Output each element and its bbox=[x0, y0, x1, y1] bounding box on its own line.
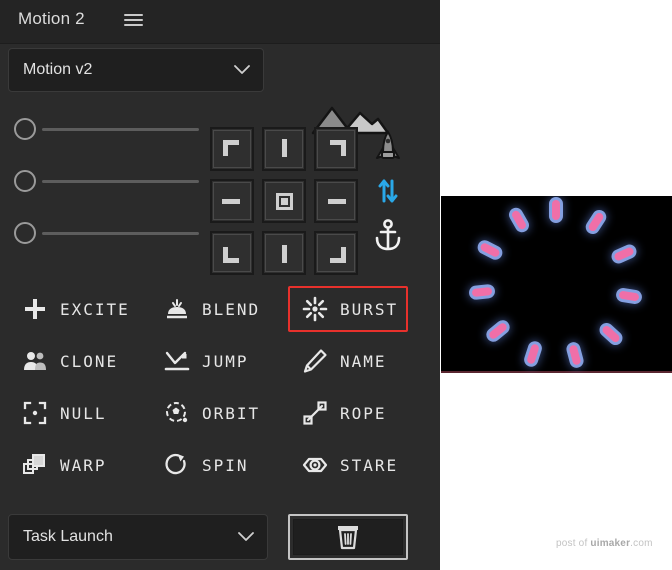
anchor-bottom-left[interactable] bbox=[210, 231, 254, 275]
action-button-warp[interactable]: WARP bbox=[8, 442, 144, 488]
slider-row-1[interactable] bbox=[14, 118, 199, 142]
action-label: EXCITE bbox=[60, 299, 130, 319]
preset-select-value: Motion v2 bbox=[23, 61, 93, 78]
action-label: JUMP bbox=[202, 351, 249, 371]
burst-particle bbox=[568, 344, 582, 367]
trash-icon bbox=[338, 526, 358, 550]
anchor-middle-right[interactable] bbox=[314, 179, 358, 223]
anchor-top-center[interactable] bbox=[262, 127, 306, 171]
hamburger-menu-icon[interactable] bbox=[124, 12, 143, 28]
rocket-icon[interactable] bbox=[370, 128, 406, 166]
burst-particle bbox=[479, 242, 501, 259]
anchor-center[interactable] bbox=[262, 179, 306, 223]
burst-icon bbox=[300, 294, 330, 324]
clone-icon bbox=[20, 346, 50, 376]
menu-bar-2 bbox=[124, 19, 143, 21]
slider-handle-2[interactable] bbox=[14, 170, 36, 192]
null-icon bbox=[20, 398, 50, 428]
action-button-name[interactable]: NAME bbox=[288, 338, 424, 384]
arrows-vertical-icon[interactable] bbox=[370, 172, 406, 210]
action-button-rope[interactable]: ROPE bbox=[288, 390, 424, 436]
action-label: ROPE bbox=[340, 403, 387, 423]
menu-bar-3 bbox=[124, 24, 143, 26]
warp-icon bbox=[20, 450, 50, 480]
burst-particle bbox=[472, 286, 493, 297]
action-label: BLEND bbox=[202, 299, 261, 319]
anchor-top-left[interactable] bbox=[210, 127, 254, 171]
jump-icon bbox=[162, 346, 192, 376]
action-button-orbit[interactable]: ORBIT bbox=[150, 390, 286, 436]
burst-particle bbox=[510, 209, 528, 231]
burst-particle bbox=[488, 321, 509, 340]
app-root: Motion 2 Motion v2 EXCITE BLEND BURST CL… bbox=[0, 0, 672, 570]
action-label: SPIN bbox=[202, 455, 249, 475]
rope-icon bbox=[300, 398, 330, 428]
action-label: WARP bbox=[60, 455, 107, 475]
slider-handle-1[interactable] bbox=[14, 118, 36, 140]
slider-group bbox=[0, 118, 200, 278]
side-tool-group bbox=[370, 128, 410, 260]
panel-titlebar: Motion 2 bbox=[0, 0, 440, 44]
anchor-icon[interactable] bbox=[370, 216, 406, 254]
panel-title: Motion 2 bbox=[18, 9, 85, 28]
chevron-down-icon bbox=[229, 49, 255, 91]
blend-icon bbox=[162, 294, 192, 324]
slider-row-2[interactable] bbox=[14, 170, 199, 194]
slider-track-3[interactable] bbox=[42, 232, 199, 235]
watermark: post of uimaker.com bbox=[556, 538, 653, 549]
menu-bar-1 bbox=[124, 14, 143, 16]
plus-icon bbox=[20, 294, 50, 324]
motion-panel: Motion 2 Motion v2 EXCITE BLEND BURST CL… bbox=[0, 0, 440, 570]
anchor-bottom-right[interactable] bbox=[314, 231, 358, 275]
chevron-down-icon bbox=[233, 515, 259, 559]
task-select[interactable]: Task Launch bbox=[8, 514, 268, 560]
anchor-top-right[interactable] bbox=[314, 127, 358, 171]
action-button-excite[interactable]: EXCITE bbox=[8, 286, 144, 332]
orbit-icon bbox=[162, 398, 192, 428]
burst-animation-preview bbox=[441, 196, 672, 373]
spin-icon bbox=[162, 450, 192, 480]
delete-button[interactable] bbox=[288, 514, 408, 560]
action-label: ORBIT bbox=[202, 403, 261, 423]
watermark-brand: uimaker bbox=[590, 538, 631, 549]
action-button-jump[interactable]: JUMP bbox=[150, 338, 286, 384]
preview-bottom-strip bbox=[441, 371, 672, 373]
slider-handle-3[interactable] bbox=[14, 222, 36, 244]
slider-row-3[interactable] bbox=[14, 222, 199, 246]
burst-particle bbox=[612, 246, 635, 262]
preset-row: Motion v2 bbox=[0, 48, 440, 135]
preset-select[interactable]: Motion v2 bbox=[8, 48, 264, 92]
action-label: STARE bbox=[340, 455, 399, 475]
action-label: NAME bbox=[340, 351, 387, 371]
action-button-spin[interactable]: SPIN bbox=[150, 442, 286, 488]
action-button-null[interactable]: NULL bbox=[8, 390, 144, 436]
slider-track-1[interactable] bbox=[42, 128, 199, 131]
action-label: NULL bbox=[60, 403, 107, 423]
action-button-stare[interactable]: STARE bbox=[288, 442, 424, 488]
anchor-middle-left[interactable] bbox=[210, 179, 254, 223]
action-button-grid: EXCITE BLEND BURST CLONE JUMP NAME NULL … bbox=[0, 286, 440, 496]
watermark-prefix: post of bbox=[556, 538, 591, 549]
burst-particle bbox=[600, 323, 622, 344]
pencil-icon bbox=[300, 346, 330, 376]
burst-particle bbox=[618, 290, 640, 302]
eye-icon bbox=[300, 450, 330, 480]
watermark-suffix: .com bbox=[630, 538, 653, 549]
action-label: CLONE bbox=[60, 351, 119, 371]
slider-track-2[interactable] bbox=[42, 180, 199, 183]
action-label: BURST bbox=[340, 299, 399, 319]
anchor-bottom-center[interactable] bbox=[262, 231, 306, 275]
burst-particle bbox=[552, 200, 560, 220]
burst-particle bbox=[526, 343, 541, 366]
anchor-alignment-grid bbox=[206, 123, 362, 279]
task-select-value: Task Launch bbox=[23, 528, 113, 545]
action-button-clone[interactable]: CLONE bbox=[8, 338, 144, 384]
action-button-blend[interactable]: BLEND bbox=[150, 286, 286, 332]
bottom-bar: Task Launch bbox=[0, 510, 440, 566]
burst-particle bbox=[587, 211, 606, 233]
action-button-burst[interactable]: BURST bbox=[288, 286, 408, 332]
